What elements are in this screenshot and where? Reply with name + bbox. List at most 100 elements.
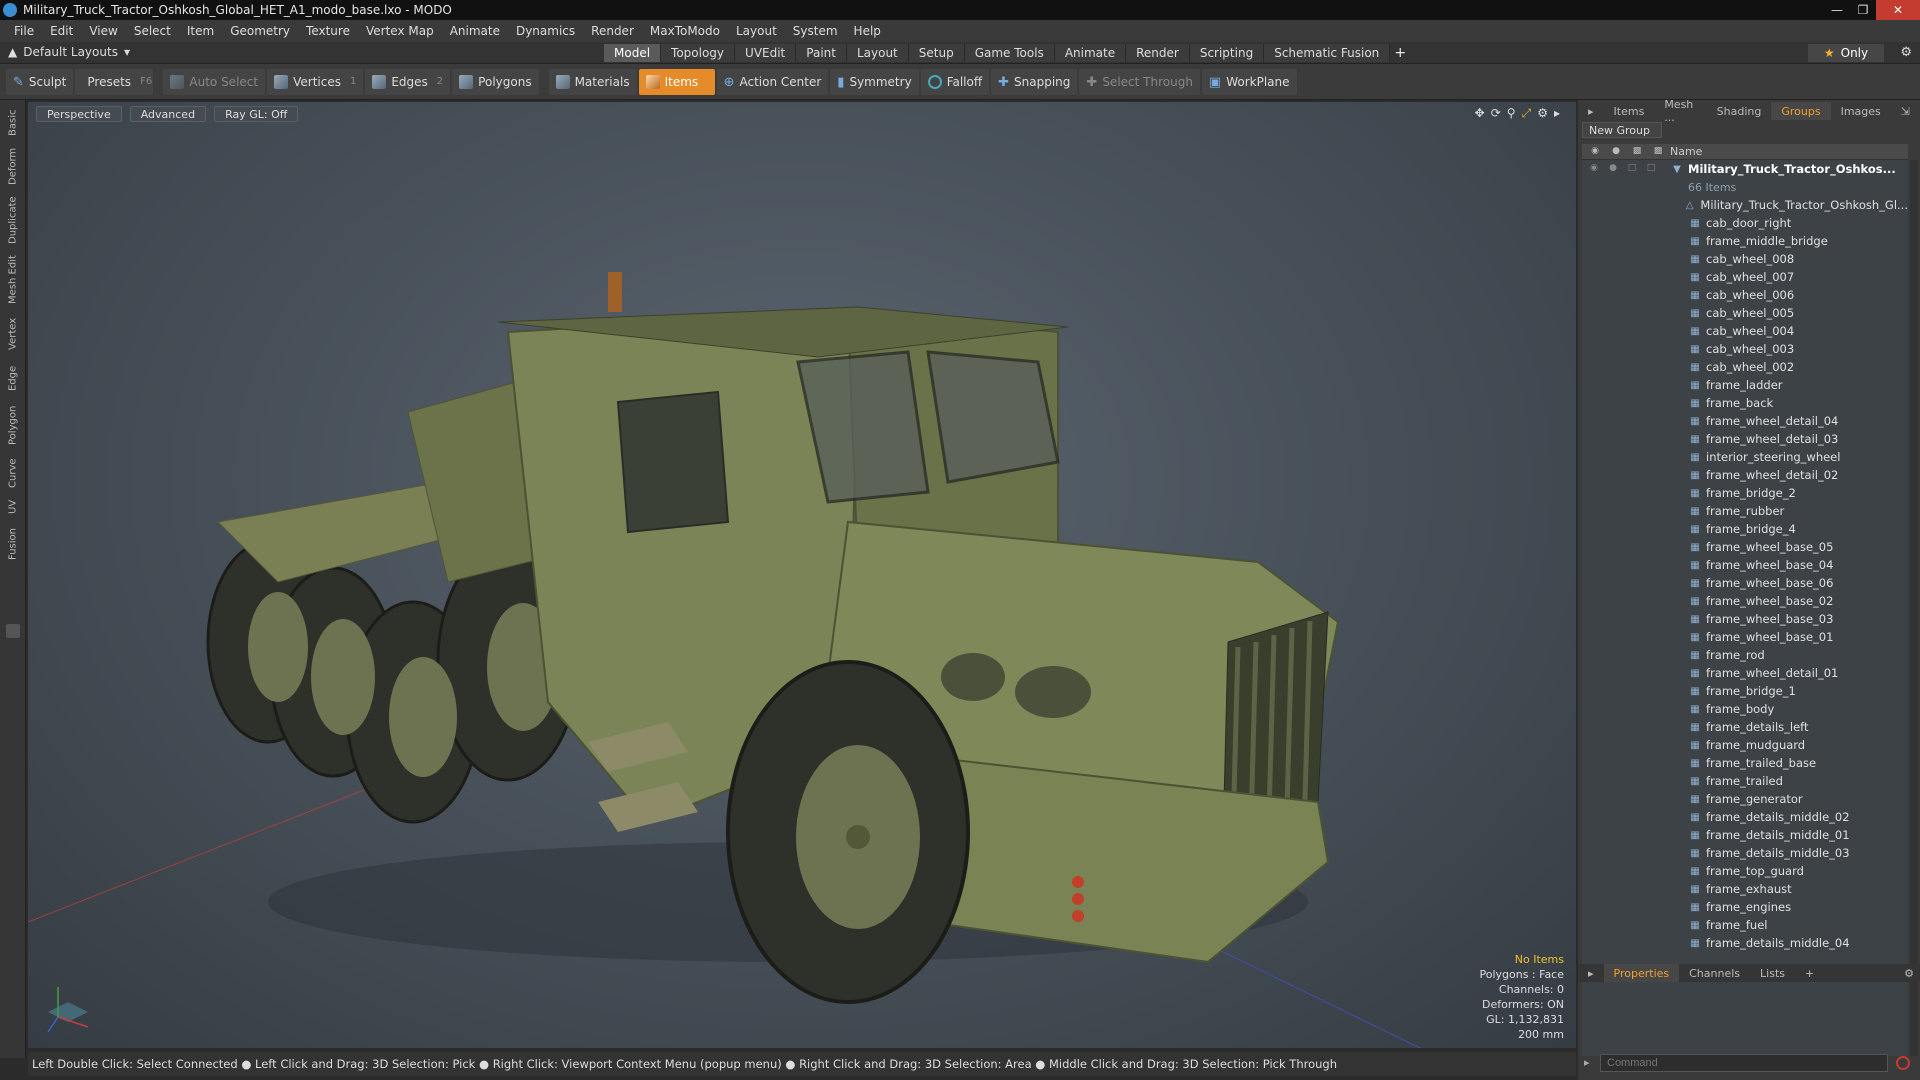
list-item[interactable]: ▦ cab_wheel_002 <box>1582 358 1908 376</box>
new-group-button[interactable]: New Group <box>1582 122 1662 138</box>
list-item[interactable]: ▦ frame_wheel_detail_04 <box>1582 412 1908 430</box>
vtab-basic[interactable]: Basic <box>4 106 22 140</box>
close-icon[interactable]: ✕ <box>1876 0 1920 20</box>
list-item[interactable]: ▦ frame_wheel_base_01 <box>1582 628 1908 646</box>
pan-icon[interactable]: ✥ <box>1475 106 1485 121</box>
list-item[interactable]: ▦ interior_steering_wheel <box>1582 448 1908 466</box>
select-column-icon[interactable]: ▩ <box>1649 146 1667 158</box>
list-item[interactable]: ▦ frame_wheel_detail_02 <box>1582 466 1908 484</box>
raygl-button[interactable]: Ray GL: Off <box>214 106 299 122</box>
list-item[interactable]: ▦ frame_details_middle_03 <box>1582 844 1908 862</box>
menu-layout[interactable]: Layout <box>728 24 785 38</box>
viewport-menu-icon[interactable]: ▸ <box>1554 106 1560 121</box>
list-item[interactable]: ▦ frame_wheel_base_06 <box>1582 574 1908 592</box>
polygons-button[interactable]: Polygons <box>452 68 539 95</box>
fit-icon[interactable]: ⤢ <box>1522 106 1532 121</box>
tab-lists[interactable]: Lists <box>1750 964 1795 982</box>
list-item[interactable]: ▦ frame_wheel_base_05 <box>1582 538 1908 556</box>
viewport-gear-icon[interactable]: ⚙ <box>1537 106 1548 121</box>
group-row[interactable]: ◉ ● □ □ ▼ Military_Truck_Tractor_Oshkos... <box>1582 160 1908 178</box>
menu-animate[interactable]: Animate <box>442 24 508 38</box>
add-prop-tab-icon[interactable]: + <box>1795 964 1824 982</box>
list-item[interactable]: ▦ cab_wheel_006 <box>1582 286 1908 304</box>
list-item[interactable]: ▦ frame_exhaust <box>1582 880 1908 898</box>
lock-icon[interactable]: □ <box>1624 163 1640 175</box>
menu-vertex-map[interactable]: Vertex Map <box>358 24 442 38</box>
list-scrollbar[interactable] <box>1910 160 1918 1056</box>
list-item[interactable]: ▦ frame_bridge_1 <box>1582 682 1908 700</box>
command-stop-icon[interactable] <box>1896 1056 1910 1070</box>
perspective-button[interactable]: Perspective <box>36 106 122 122</box>
list-item[interactable]: ▦ frame_rod <box>1582 646 1908 664</box>
tab-uvedit[interactable]: UVEdit <box>735 44 797 62</box>
list-item[interactable]: ▦ frame_wheel_base_02 <box>1582 592 1908 610</box>
tab-layout[interactable]: Layout <box>846 44 909 62</box>
list-item[interactable]: ▦ frame_engines <box>1582 898 1908 916</box>
list-item[interactable]: ▦ frame_wheel_base_03 <box>1582 610 1908 628</box>
render-column-icon[interactable]: ● <box>1607 146 1625 158</box>
tab-game-tools[interactable]: Game Tools <box>964 44 1055 62</box>
materials-button[interactable]: Materials <box>548 68 637 95</box>
render-icon[interactable]: ● <box>1605 163 1621 175</box>
items-button[interactable]: Items <box>638 68 715 95</box>
list-item[interactable]: ▦ cab_wheel_007 <box>1582 268 1908 286</box>
vtab-edge[interactable]: Edge <box>4 360 22 396</box>
list-item[interactable]: ▦ cab_wheel_003 <box>1582 340 1908 358</box>
prop-gear-icon[interactable]: ⚙ <box>1904 967 1914 980</box>
list-item[interactable]: ▦ frame_trailed_base <box>1582 754 1908 772</box>
vertices-button[interactable]: Vertices 1 <box>267 68 364 95</box>
tab-mesh[interactable]: Mesh ... <box>1654 98 1706 124</box>
sculpt-button[interactable]: ✎ Sculpt <box>6 68 74 95</box>
list-item[interactable]: ▦ frame_ladder <box>1582 376 1908 394</box>
list-item[interactable]: ▦ frame_back <box>1582 394 1908 412</box>
vtab-vertex[interactable]: Vertex <box>4 312 22 356</box>
visibility-column-icon[interactable]: ◉ <box>1586 146 1604 158</box>
snapping-button[interactable]: ✚ Snapping <box>991 68 1078 95</box>
menu-dynamics[interactable]: Dynamics <box>508 24 583 38</box>
list-item[interactable]: ▦ frame_body <box>1582 700 1908 718</box>
menu-system[interactable]: System <box>785 24 846 38</box>
name-column-header[interactable]: Name <box>1670 145 1702 158</box>
symmetry-button[interactable]: ▮ Symmetry <box>830 68 919 95</box>
list-item[interactable]: ▦ frame_trailed <box>1582 772 1908 790</box>
menu-maxtomodo[interactable]: MaxToModo <box>642 24 728 38</box>
edges-button[interactable]: Edges 2 <box>365 68 451 95</box>
vtab-polygon[interactable]: Polygon <box>4 400 22 450</box>
list-item[interactable]: ▦ frame_generator <box>1582 790 1908 808</box>
tab-animate[interactable]: Animate <box>1054 44 1127 62</box>
panel-expand-icon[interactable]: ⇲ <box>1891 102 1920 120</box>
list-item[interactable]: ▦ frame_middle_bridge <box>1582 232 1908 250</box>
zoom-icon[interactable]: ⚲ <box>1507 106 1516 121</box>
list-item[interactable]: ▦ cab_door_right <box>1582 214 1908 232</box>
vtab-mesh-edit[interactable]: Mesh Edit <box>4 252 22 308</box>
tab-schematic-fusion[interactable]: Schematic Fusion <box>1264 44 1391 62</box>
menu-view[interactable]: View <box>81 24 125 38</box>
list-item[interactable]: ▦ frame_wheel_base_04 <box>1582 556 1908 574</box>
menu-item[interactable]: Item <box>179 24 222 38</box>
tab-images[interactable]: Images <box>1831 102 1891 120</box>
tab-model[interactable]: Model <box>604 44 662 62</box>
eye-icon[interactable]: ◉ <box>1586 163 1602 175</box>
select-icon[interactable]: □ <box>1643 163 1659 175</box>
list-item[interactable]: ▦ frame_bridge_2 <box>1582 484 1908 502</box>
list-item[interactable]: △ Military_Truck_Tractor_Oshkosh_Gl... <box>1582 196 1908 214</box>
workplane-button[interactable]: ▣ WorkPlane <box>1201 68 1297 95</box>
panel-menu-icon[interactable]: ▸ <box>1578 102 1604 120</box>
list-item[interactable]: ▦ frame_bridge_4 <box>1582 520 1908 538</box>
advanced-button[interactable]: Advanced <box>129 106 207 122</box>
list-item[interactable]: ▦ frame_fuel <box>1582 916 1908 934</box>
vtab-uv[interactable]: UV <box>4 496 22 518</box>
menu-file[interactable]: File <box>6 24 42 38</box>
list-item[interactable]: ▦ cab_wheel_004 <box>1582 322 1908 340</box>
vtab-duplicate[interactable]: Duplicate <box>4 192 22 248</box>
tab-groups[interactable]: Groups <box>1771 102 1831 120</box>
rotate-icon[interactable]: ⟳ <box>1491 106 1501 121</box>
menu-texture[interactable]: Texture <box>298 24 358 38</box>
auto-select-button[interactable]: Auto Select <box>163 68 266 95</box>
prop-menu-icon[interactable]: ▸ <box>1578 964 1604 982</box>
menu-select[interactable]: Select <box>126 24 179 38</box>
tab-channels[interactable]: Channels <box>1679 964 1750 982</box>
restore-icon[interactable]: ❐ <box>1850 0 1876 20</box>
layout-selector[interactable]: ▲ Default Layouts ▾ <box>8 45 130 59</box>
tab-topology[interactable]: Topology <box>661 44 736 62</box>
